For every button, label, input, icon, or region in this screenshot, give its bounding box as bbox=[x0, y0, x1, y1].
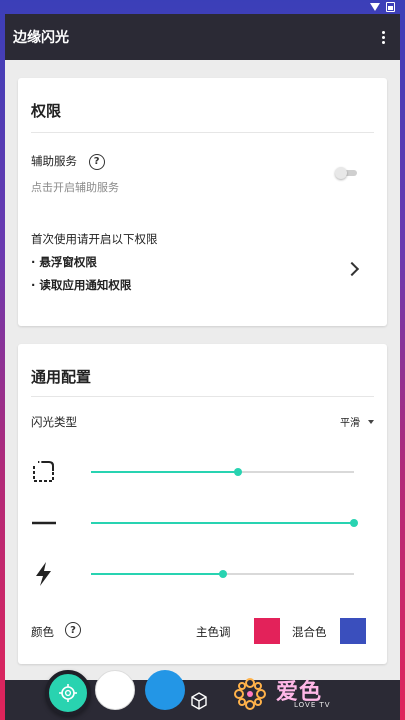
slider-thumb[interactable] bbox=[350, 519, 358, 527]
permission-item-overlay: · 悬浮窗权限 bbox=[31, 255, 97, 269]
color-label: 颜色 bbox=[31, 625, 54, 639]
stroke-width-slider-row bbox=[31, 510, 374, 536]
slider-thumb[interactable] bbox=[234, 468, 243, 476]
help-icon[interactable]: ? bbox=[65, 622, 81, 638]
watermark-sub: LOVE TV bbox=[294, 701, 331, 709]
watermark-logo: 爱色 LOVE TV bbox=[230, 674, 360, 714]
flash-type-label: 闪光类型 bbox=[31, 415, 77, 429]
device-frame: 边缘闪光 权限 辅助服务 ? 点击开启辅助服务 首次使用请开启以下权限 · 悬浮… bbox=[0, 0, 405, 720]
lightning-icon bbox=[36, 562, 51, 586]
slider-fill bbox=[91, 522, 354, 524]
color-row: 颜色 ? 主色调 混合色 bbox=[31, 618, 374, 646]
mix-color-swatch[interactable] bbox=[340, 618, 366, 644]
status-bar bbox=[0, 0, 405, 14]
accessibility-toggle[interactable] bbox=[335, 167, 357, 179]
divider bbox=[31, 132, 374, 133]
general-config-card: 通用配置 闪光类型 平滑 颜色 ? 主色调 混合色 bbox=[18, 344, 387, 664]
accessibility-row[interactable]: 辅助服务 ? bbox=[31, 153, 105, 170]
help-icon[interactable]: ? bbox=[88, 153, 105, 170]
bottom-bar: 爱色 LOVE TV bbox=[5, 670, 400, 720]
wifi-icon bbox=[370, 3, 380, 11]
battery-icon bbox=[386, 2, 395, 12]
app-title: 边缘闪光 bbox=[13, 30, 69, 46]
app-bar: 边缘闪光 bbox=[5, 14, 400, 60]
primary-color-swatch[interactable] bbox=[254, 618, 280, 644]
color-chip-white[interactable] bbox=[95, 670, 135, 710]
gear-icon bbox=[59, 684, 77, 702]
mix-color-label: 混合色 bbox=[292, 625, 327, 639]
accessibility-label: 辅助服务 bbox=[31, 154, 77, 168]
permissions-card: 权限 辅助服务 ? 点击开启辅助服务 首次使用请开启以下权限 · 悬浮窗权限 ·… bbox=[18, 78, 387, 326]
rounded-corner-icon bbox=[33, 461, 54, 482]
flash-type-value: 平滑 bbox=[340, 418, 360, 429]
more-options-icon[interactable] bbox=[374, 26, 392, 48]
primary-color-label: 主色调 bbox=[196, 625, 231, 639]
speed-slider-row bbox=[31, 561, 374, 587]
divider bbox=[31, 396, 374, 397]
slider-fill bbox=[91, 573, 223, 575]
main-content[interactable]: 权限 辅助服务 ? 点击开启辅助服务 首次使用请开启以下权限 · 悬浮窗权限 ·… bbox=[5, 60, 400, 680]
flower-logo-icon bbox=[234, 678, 266, 710]
cube-icon[interactable] bbox=[190, 692, 208, 710]
general-title: 通用配置 bbox=[31, 368, 92, 386]
accessibility-hint: 点击开启辅助服务 bbox=[31, 181, 119, 194]
color-chip-blue[interactable] bbox=[145, 670, 185, 710]
slider-thumb[interactable] bbox=[218, 570, 227, 578]
stroke-width-icon bbox=[32, 521, 56, 525]
dropdown-caret-icon bbox=[368, 419, 374, 424]
permission-item-notification: · 读取应用通知权限 bbox=[31, 278, 132, 292]
flash-type-dropdown[interactable]: 平滑 bbox=[340, 414, 374, 429]
corner-radius-slider-row bbox=[31, 459, 374, 485]
permissions-title: 权限 bbox=[31, 102, 62, 120]
speed-slider[interactable] bbox=[91, 570, 354, 578]
corner-radius-slider[interactable] bbox=[91, 468, 354, 476]
chevron-right-icon[interactable] bbox=[344, 261, 360, 277]
settings-fab[interactable] bbox=[45, 670, 91, 716]
first-use-text: 首次使用请开启以下权限 bbox=[31, 232, 158, 246]
slider-fill bbox=[91, 471, 239, 473]
stroke-width-slider[interactable] bbox=[91, 519, 358, 527]
